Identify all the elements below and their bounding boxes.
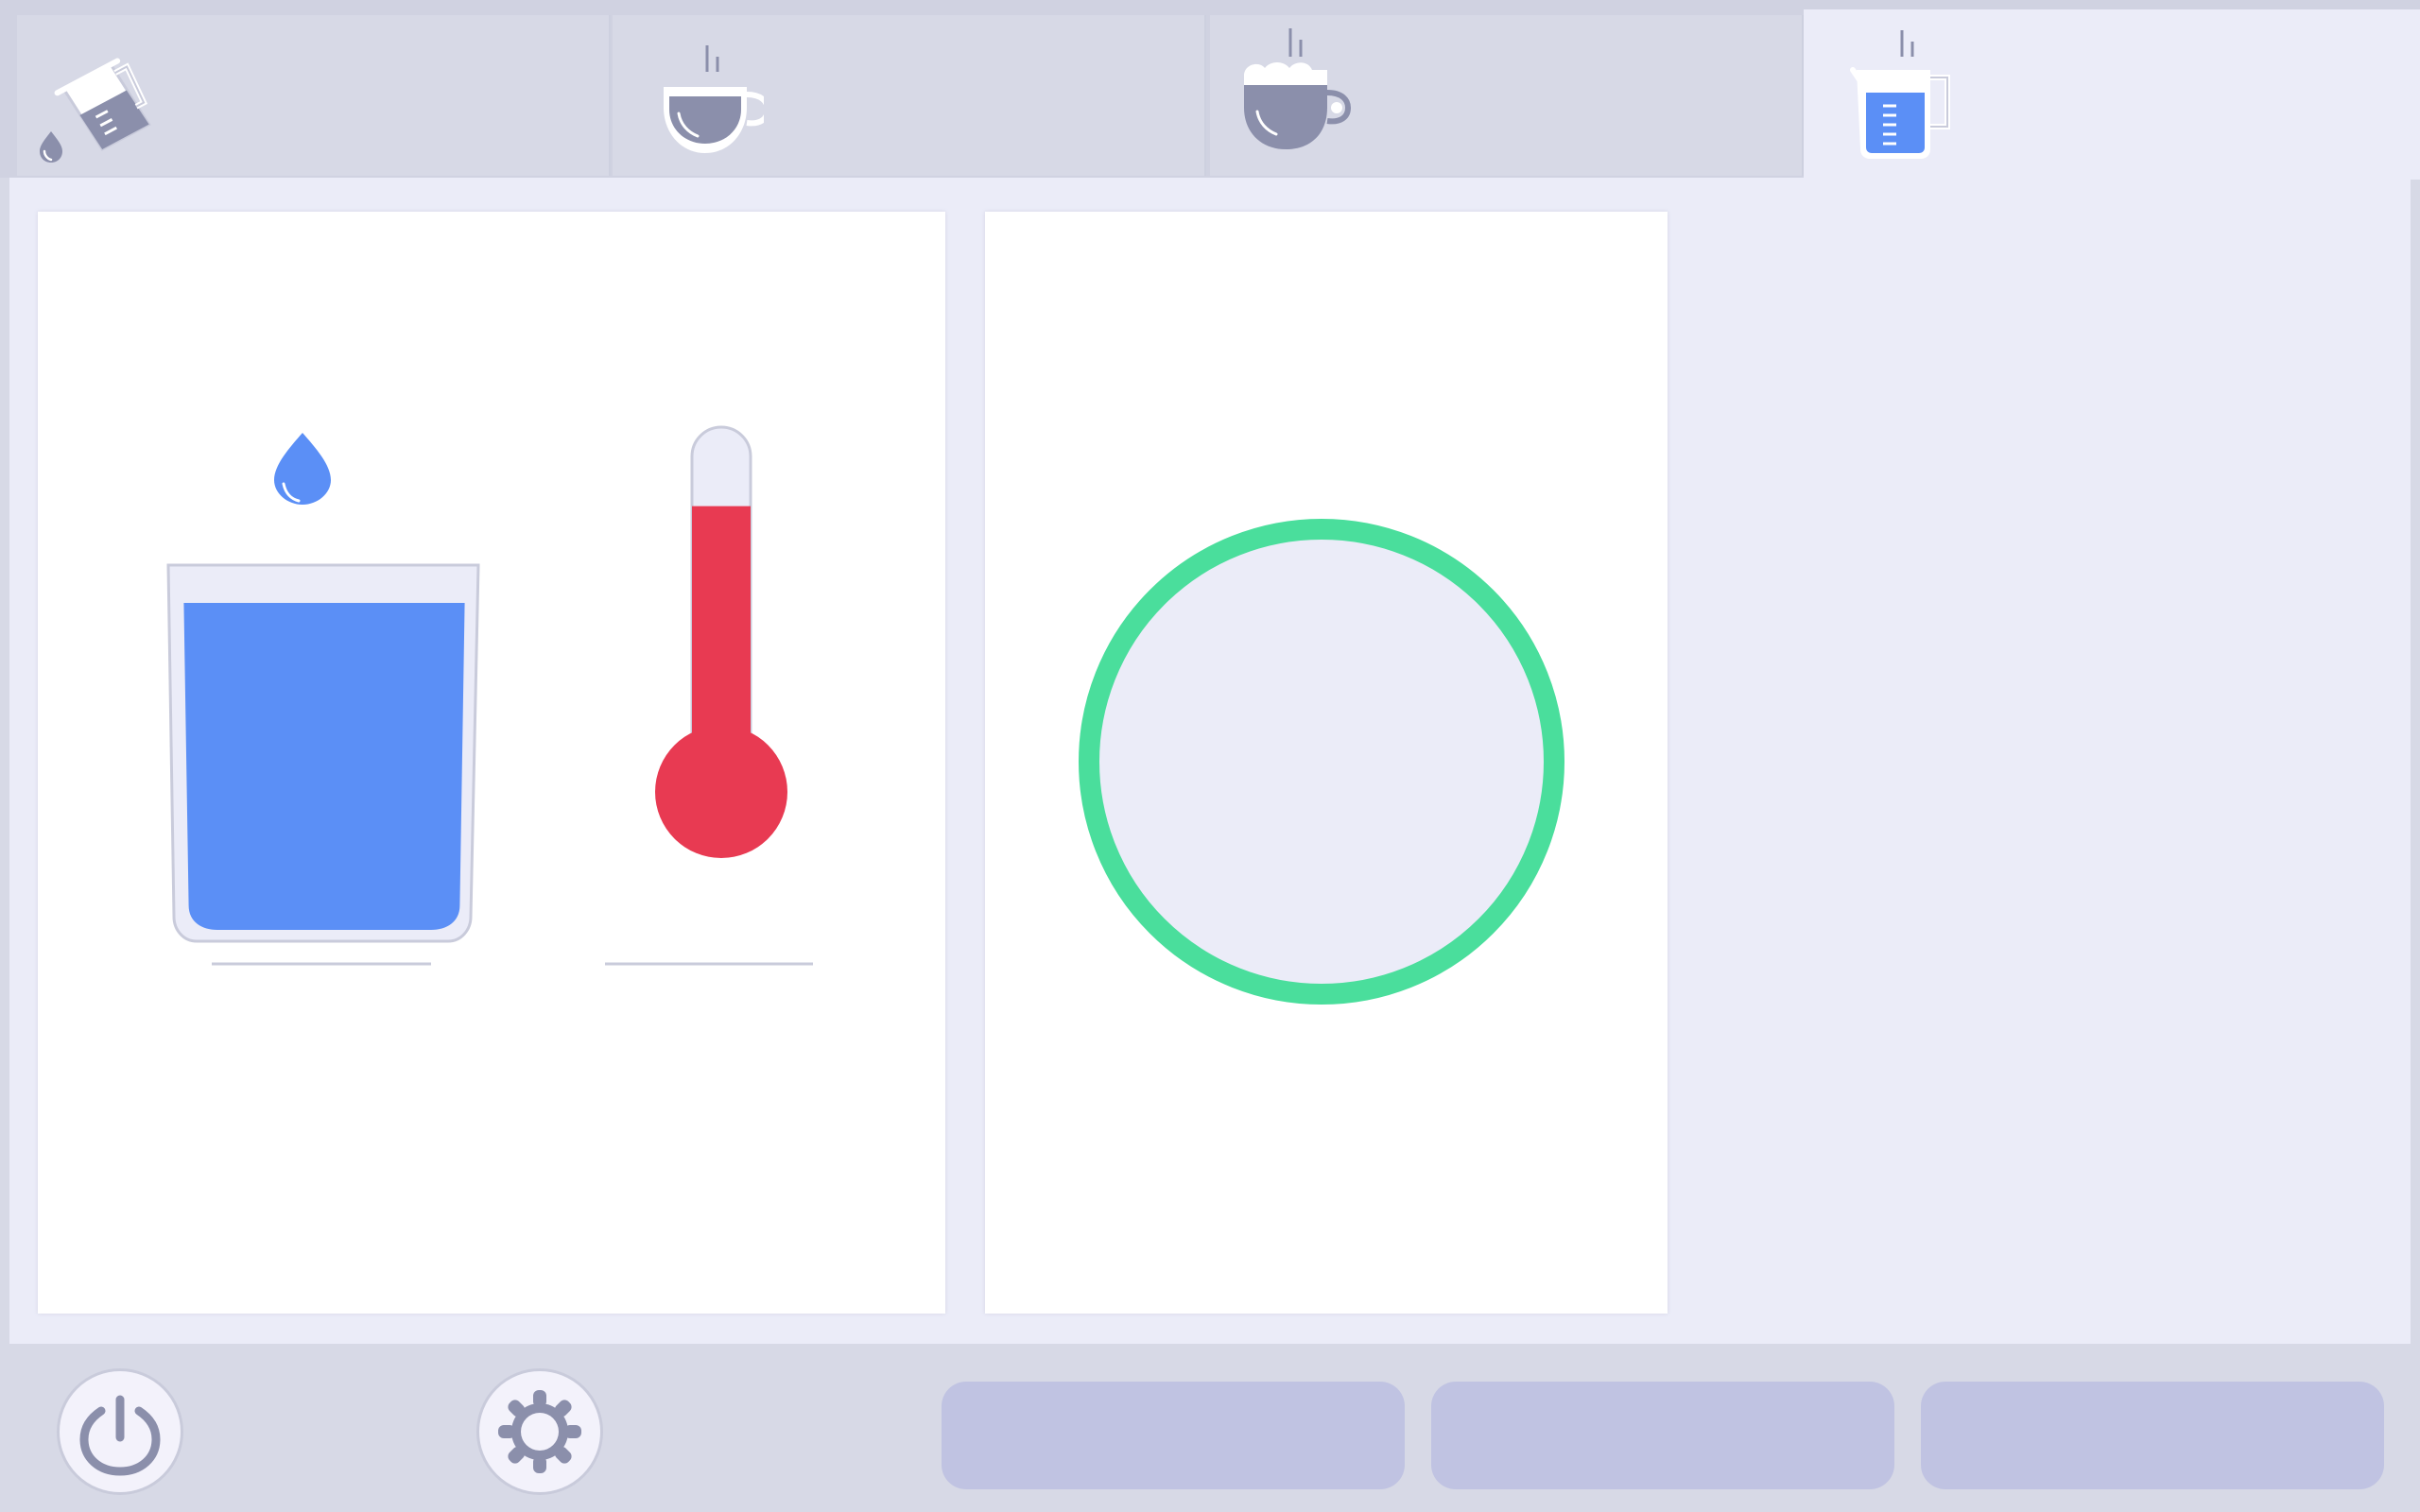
cappuccino-steam-cup-icon [1244,28,1352,149]
tab-bar [0,0,2420,180]
coffee-cup-icon [664,45,764,153]
start-dial[interactable] [985,212,1668,1314]
thermometer-bulb [655,726,787,858]
pouring-jug-icon [40,58,151,163]
dial-card [985,212,1668,1314]
water-fill [183,603,465,930]
settings-button[interactable] [476,1368,603,1495]
gear-icon [498,1390,581,1473]
action-button-1[interactable] [942,1382,1405,1489]
action-button-3[interactable] [1921,1382,2384,1489]
water-glass[interactable] [113,420,492,1157]
dial-ring [1079,519,1564,1005]
thermometer[interactable] [605,420,813,1157]
water-drop-icon [274,433,331,505]
tab-cup[interactable] [613,15,1206,176]
water-temperature-card [38,212,945,1314]
measuring-jug-icon [1850,30,1950,159]
power-icon [79,1395,161,1476]
power-button[interactable] [57,1368,183,1495]
action-button-2[interactable] [1431,1382,1894,1489]
main-panel [9,178,2411,1344]
tab-kettle[interactable] [1804,9,2420,180]
tab-pour-water[interactable] [17,15,611,176]
